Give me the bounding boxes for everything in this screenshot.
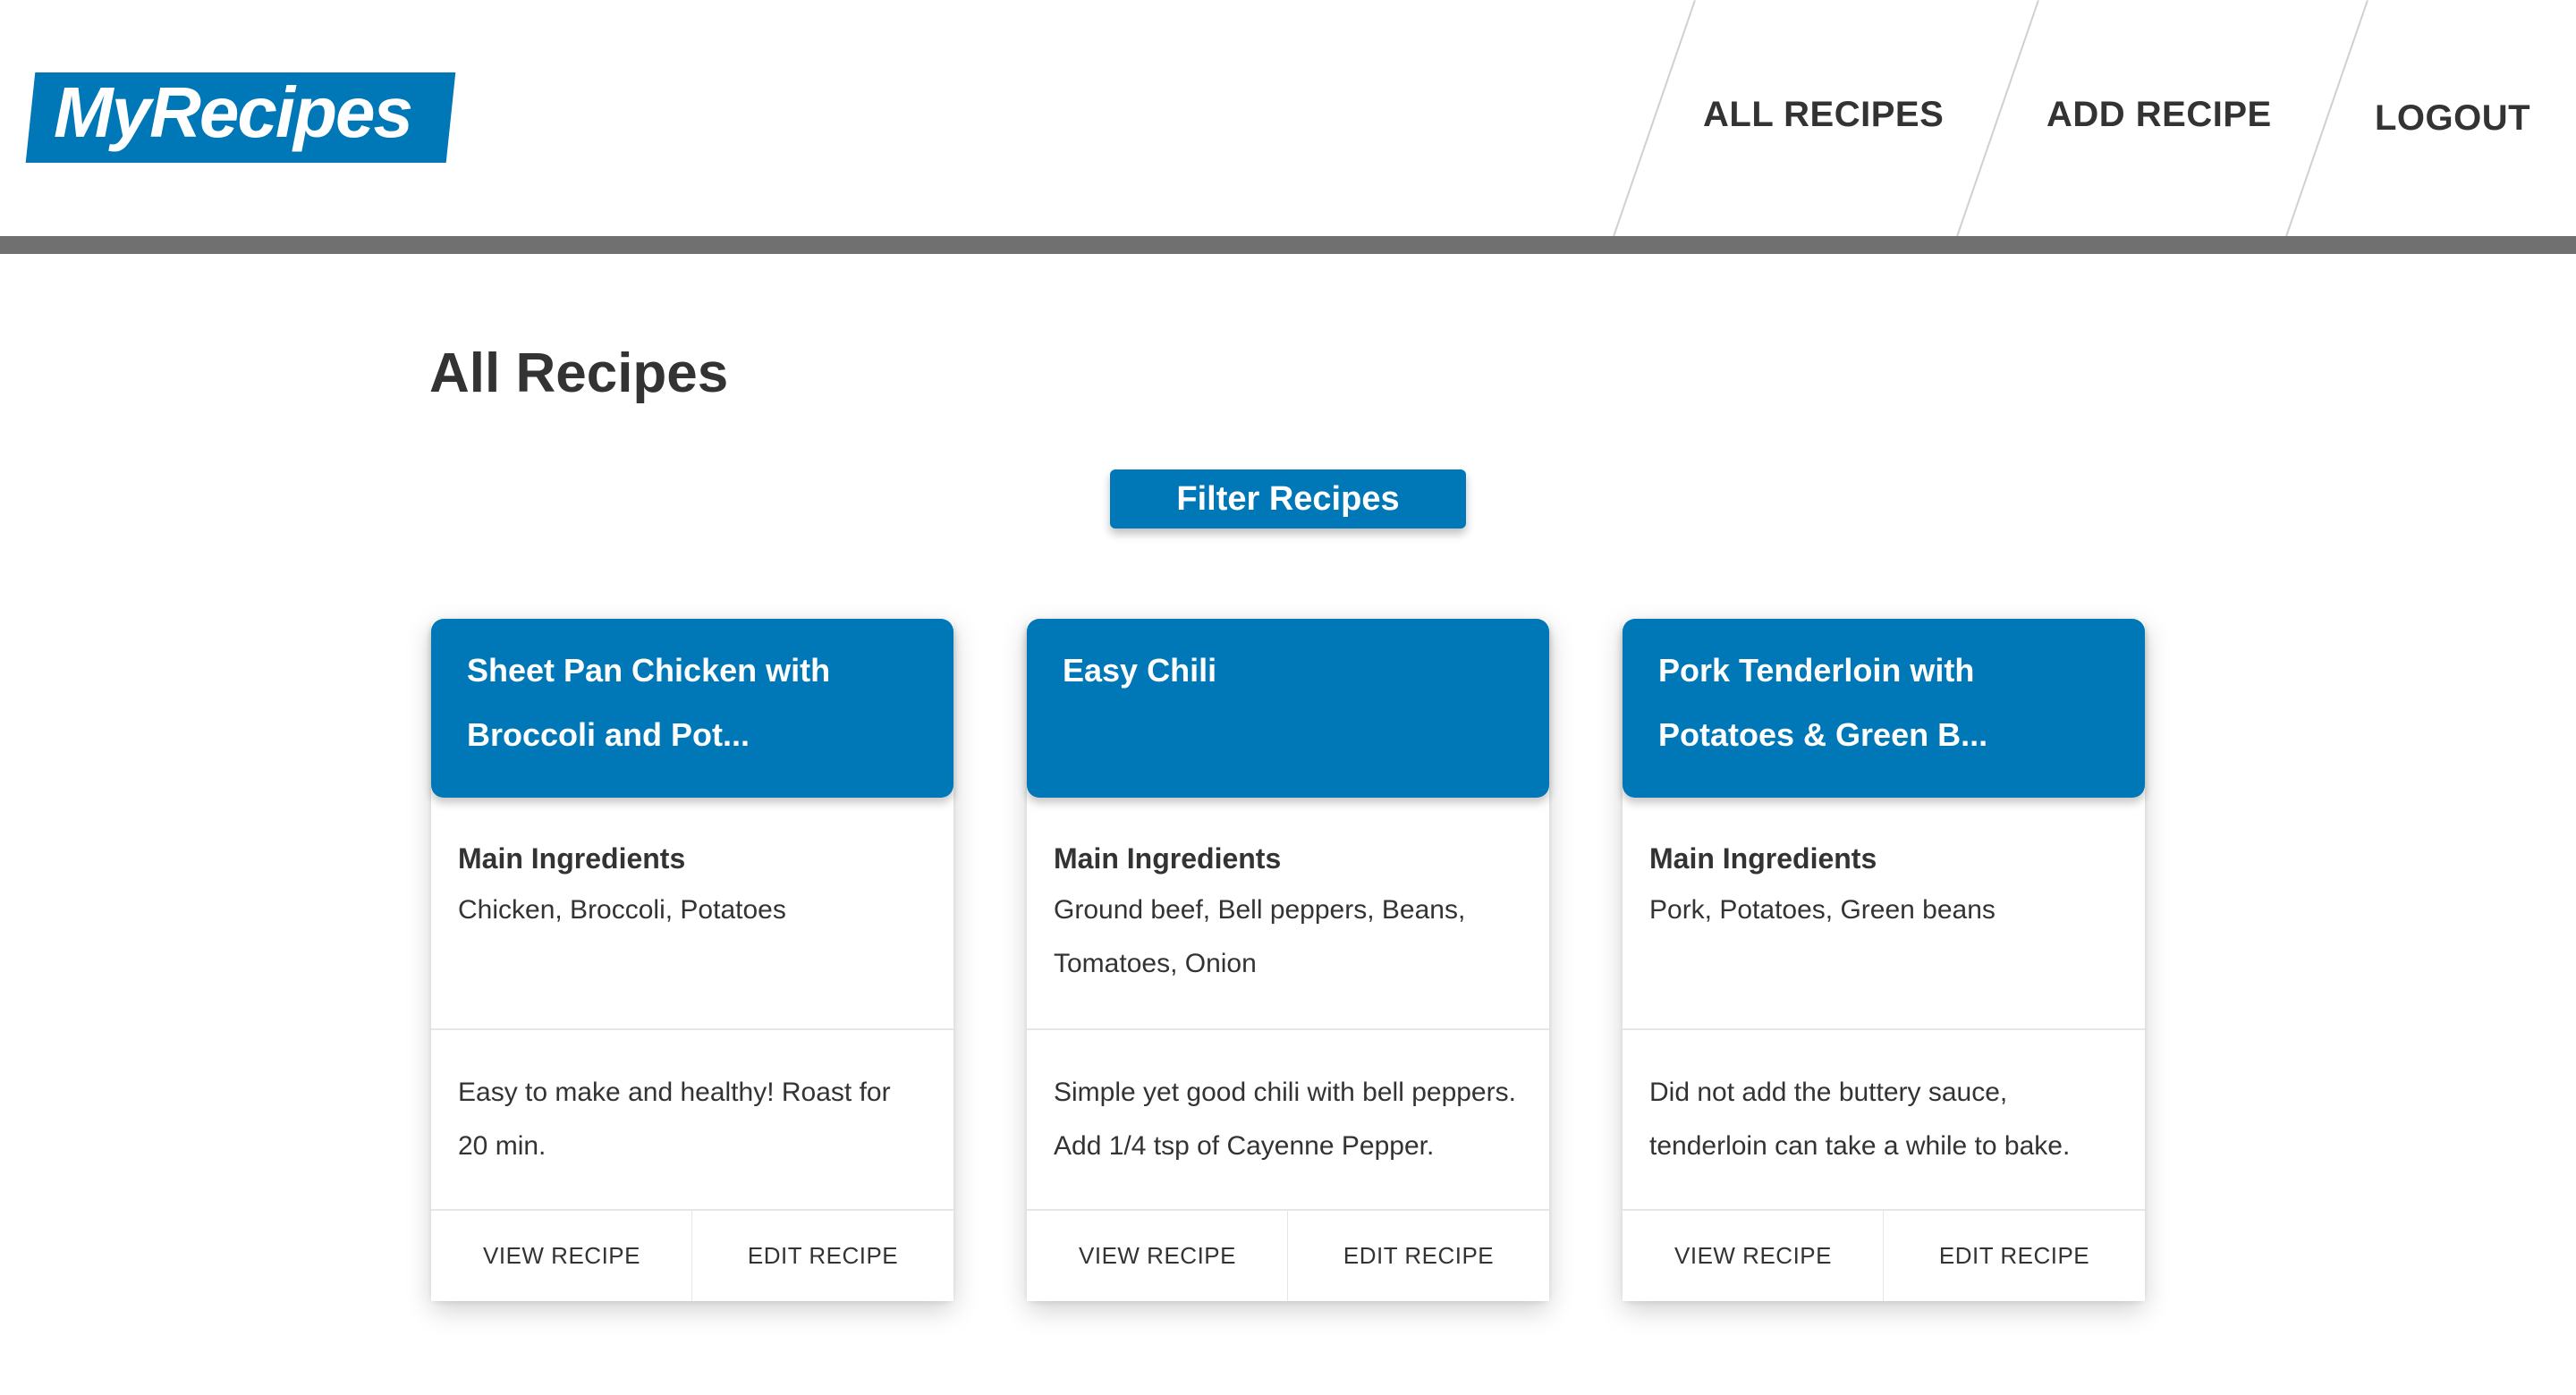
ingredients-text: Tomatoes, Onion: [1054, 949, 1257, 978]
ingredients-text: Ground beef, Bell peppers, Beans,: [1054, 895, 1466, 925]
nav-divider: [2282, 0, 2368, 246]
recipe-title-line: Broccoli and Pot...: [467, 716, 750, 753]
filter-recipes-button[interactable]: Filter Recipes: [1110, 469, 1466, 528]
card-divider: [1623, 1028, 2145, 1030]
recipe-note: Simple yet good chili with bell peppers.: [1054, 1078, 1516, 1107]
recipe-card-header[interactable]: Pork Tenderloin with Potatoes & Green B.…: [1623, 619, 2145, 798]
card-divider: [1027, 1028, 1549, 1030]
recipe-note: Did not add the buttery sauce,: [1649, 1078, 2008, 1107]
view-recipe-button[interactable]: VIEW RECIPE: [1623, 1211, 1884, 1301]
edit-recipe-button[interactable]: EDIT RECIPE: [1884, 1211, 2145, 1301]
recipe-title-line: Easy Chili: [1063, 652, 1217, 689]
ingredients-heading: Main Ingredients: [1649, 842, 1877, 875]
nav-add-recipe-link[interactable]: ADD RECIPE: [2046, 95, 2272, 135]
recipe-title-line: Pork Tenderloin with: [1658, 652, 1975, 689]
recipe-card: Pork Tenderloin with Potatoes & Green B.…: [1623, 619, 2145, 1301]
recipe-note: 20 min.: [458, 1131, 547, 1161]
nav-all-recipes-link[interactable]: ALL RECIPES: [1703, 95, 1944, 135]
logo[interactable]: MyRecipes: [54, 68, 413, 157]
recipe-note: Easy to make and healthy! Roast for: [458, 1078, 891, 1107]
ingredients-heading: Main Ingredients: [458, 842, 686, 875]
nav-logout-link[interactable]: LOGOUT: [2375, 98, 2530, 139]
nav-divider: [1609, 0, 1696, 246]
recipe-note: Add 1/4 tsp of Cayenne Pepper.: [1054, 1131, 1435, 1161]
page-title: All Recipes: [429, 342, 729, 404]
recipe-title-line: Potatoes & Green B...: [1658, 716, 1988, 753]
nav-divider: [1953, 0, 2039, 246]
recipe-note: tenderloin can take a while to bake.: [1649, 1131, 2071, 1161]
ingredients-text: Chicken, Broccoli, Potatoes: [458, 895, 786, 925]
recipe-card-header[interactable]: Sheet Pan Chicken with Broccoli and Pot.…: [431, 619, 953, 798]
header-divider-bar: [0, 236, 2576, 254]
ingredients-heading: Main Ingredients: [1054, 842, 1282, 875]
recipe-card: Easy Chili Main Ingredients Ground beef,…: [1027, 619, 1549, 1301]
recipe-card-header[interactable]: Easy Chili: [1027, 619, 1549, 798]
card-divider: [431, 1028, 953, 1030]
edit-recipe-button[interactable]: EDIT RECIPE: [1288, 1211, 1549, 1301]
site-header: MyRecipes ALL RECIPES ADD RECIPE LOGOUT: [0, 0, 2576, 246]
view-recipe-button[interactable]: VIEW RECIPE: [1027, 1211, 1288, 1301]
view-recipe-button[interactable]: VIEW RECIPE: [431, 1211, 692, 1301]
recipe-title-line: Sheet Pan Chicken with: [467, 652, 831, 689]
edit-recipe-button[interactable]: EDIT RECIPE: [692, 1211, 953, 1301]
recipe-card: Sheet Pan Chicken with Broccoli and Pot.…: [431, 619, 953, 1301]
ingredients-text: Pork, Potatoes, Green beans: [1649, 895, 1996, 925]
